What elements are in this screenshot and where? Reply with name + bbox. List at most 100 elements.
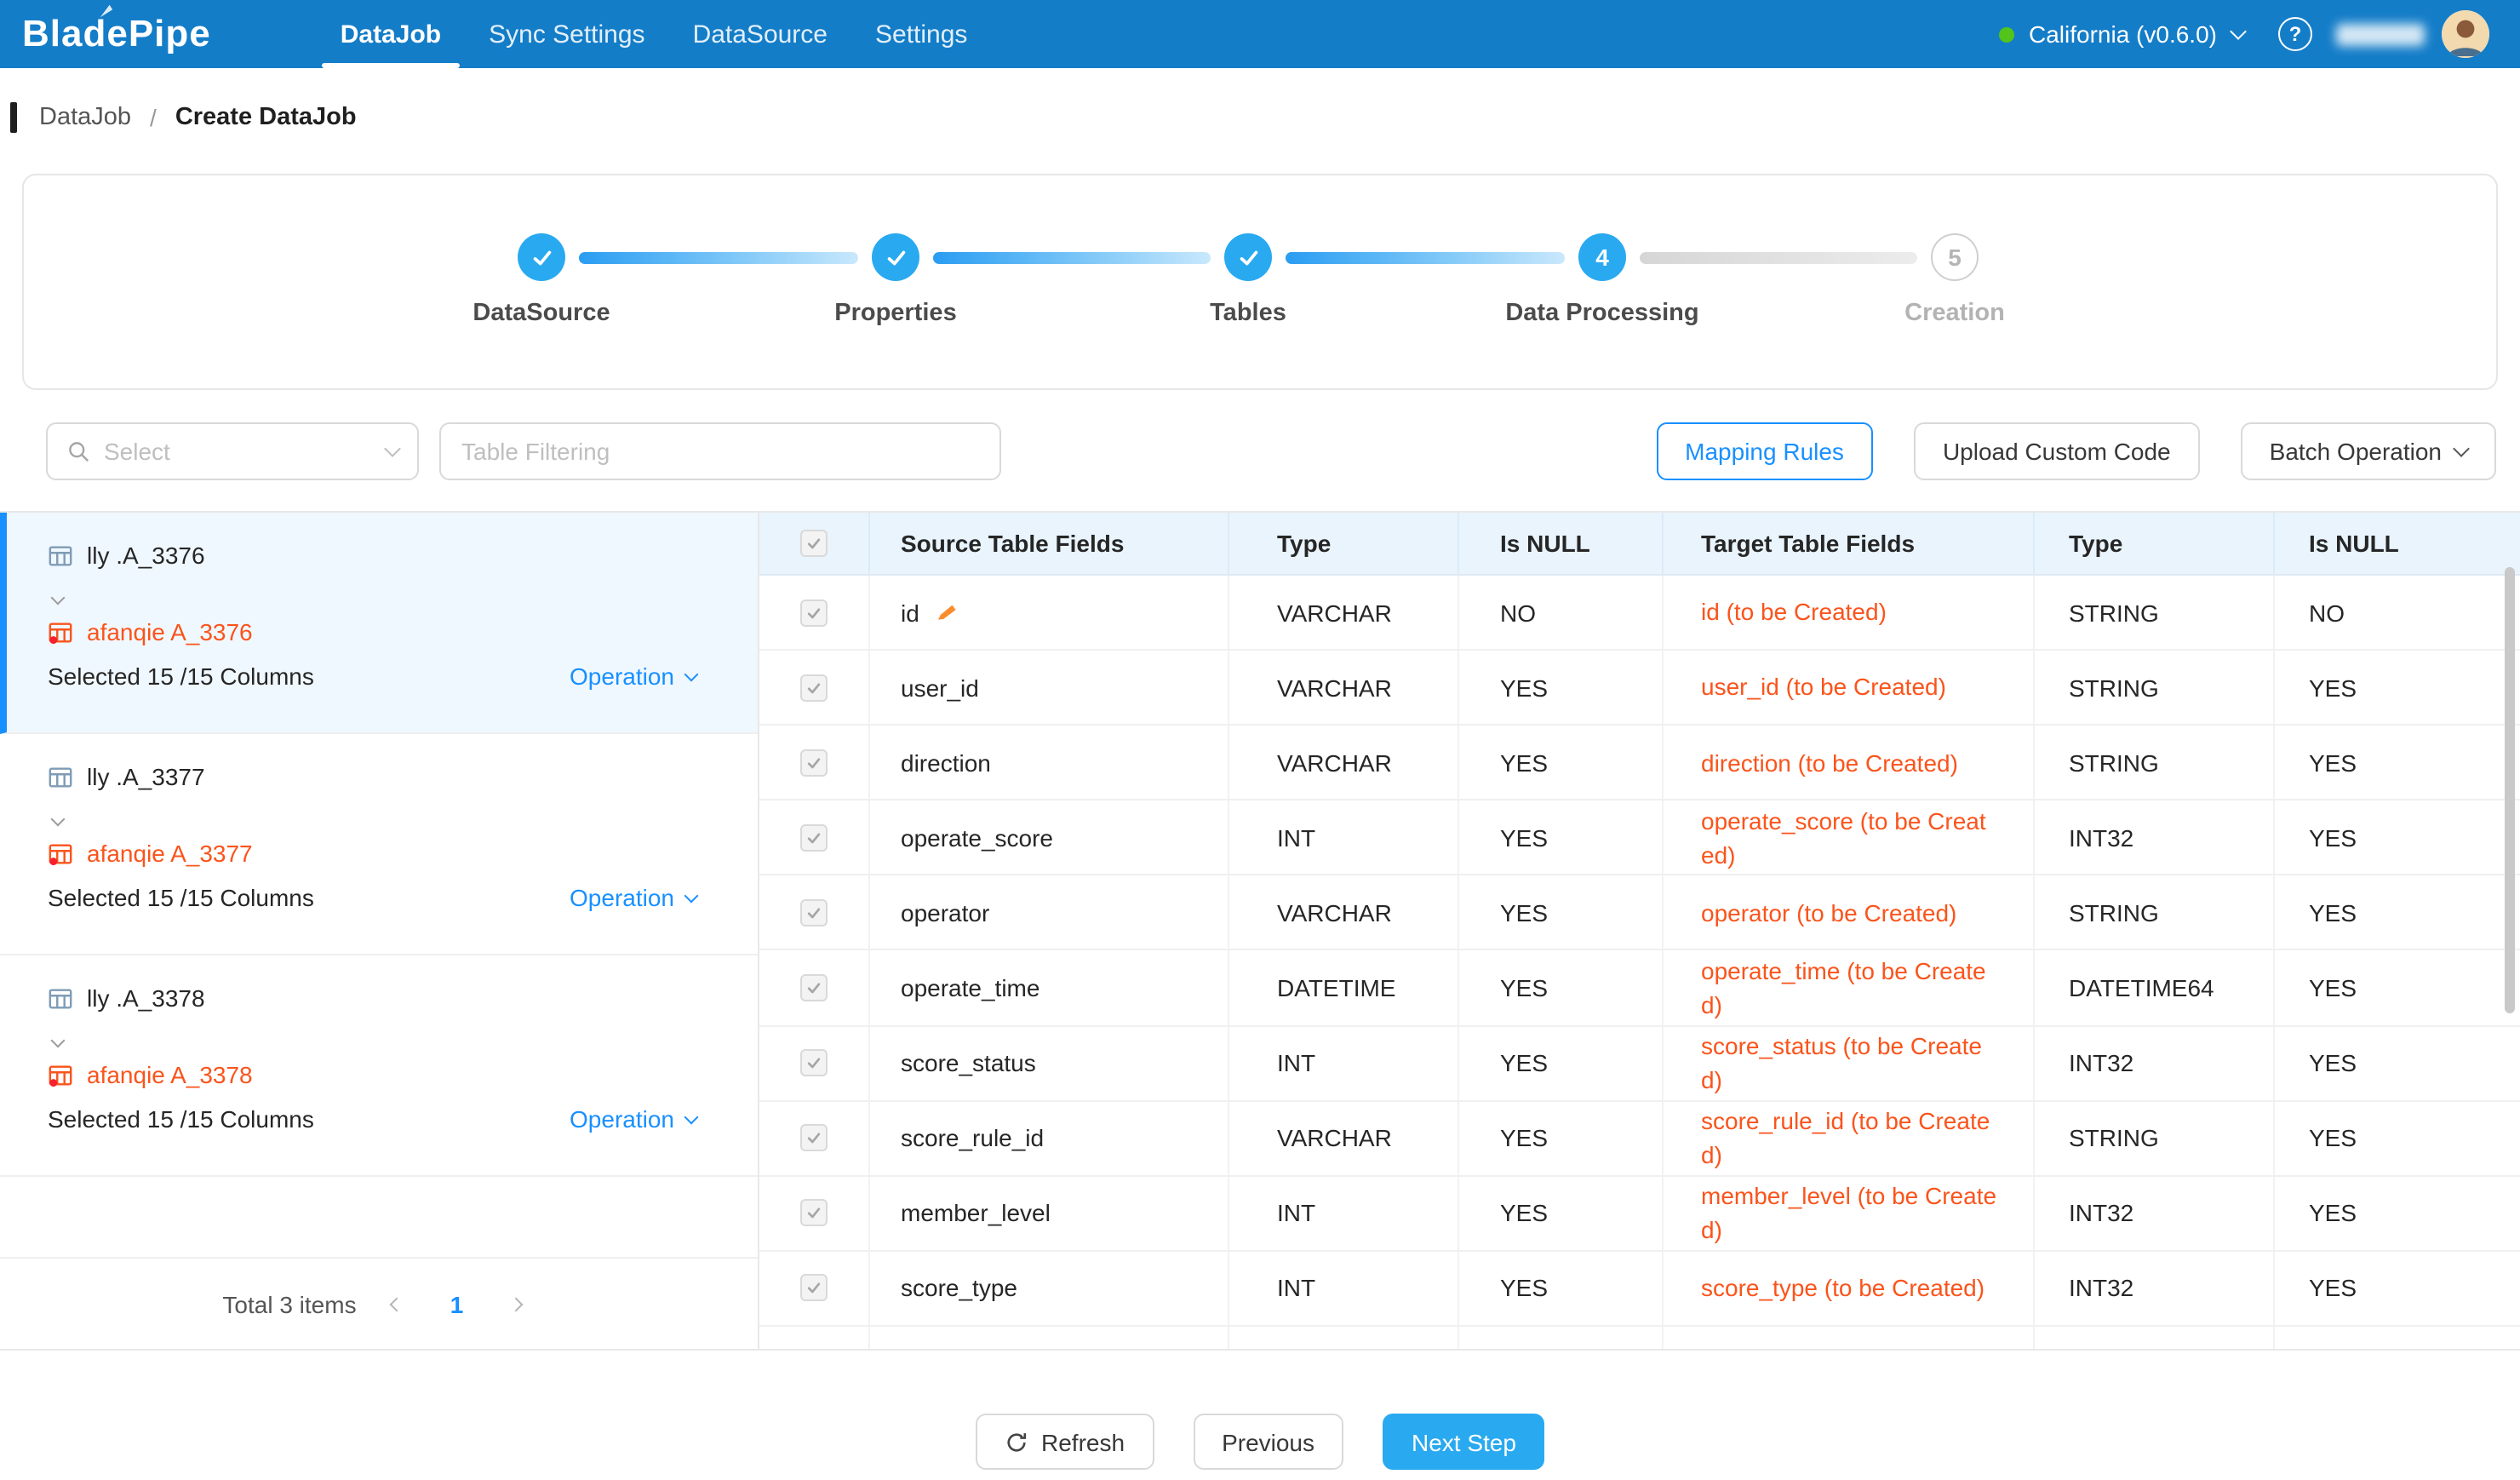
row-checkbox[interactable] xyxy=(800,674,828,701)
column-header xyxy=(759,513,870,574)
operation-label: Operation xyxy=(570,663,674,690)
edit-icon[interactable] xyxy=(935,599,959,624)
row-checkbox[interactable] xyxy=(800,1124,828,1151)
region-selector[interactable]: California (v0.6.0) xyxy=(2029,20,2217,48)
previous-button[interactable]: Previous xyxy=(1193,1414,1343,1470)
row-checkbox[interactable] xyxy=(800,824,828,852)
mapping-toolbar: Select Mapping Rules Upload Custom Code … xyxy=(46,422,2496,480)
source-table-name: lly .A_3378 xyxy=(87,984,205,1012)
operation-link[interactable]: Operation xyxy=(570,1105,696,1133)
target-field-type: INT32 xyxy=(2035,1177,2275,1250)
nav-item-datajob[interactable]: DataJob xyxy=(317,0,465,68)
target-field-type: DATETIME64 xyxy=(2035,951,2275,1024)
source-field-name: operator xyxy=(901,899,989,926)
step-circle-5: 5 xyxy=(1931,233,1979,281)
operation-link[interactable]: Operation xyxy=(570,884,696,911)
refresh-button[interactable]: Refresh xyxy=(975,1414,1154,1470)
source-table-icon xyxy=(48,764,73,789)
column-header-label: Is NULL xyxy=(1500,530,1590,557)
target-table-name: afanqie A_3378 xyxy=(87,1061,253,1088)
source-field-name: score_status xyxy=(901,1049,1036,1076)
chevron-down-icon[interactable] xyxy=(2230,22,2247,39)
source-field-type: VARCHAR xyxy=(1229,876,1459,949)
source-field-nullable: YES xyxy=(1459,651,1664,724)
prev-page-button[interactable] xyxy=(379,1285,416,1322)
field-row: member_level INT YES member_level (to be… xyxy=(759,1177,2520,1252)
source-field-type: VARCHAR xyxy=(1229,1101,1459,1174)
table-pair-item[interactable]: lly .A_3376 afanqie A_3376 Selected 15 /… xyxy=(0,513,758,734)
step-label: Creation xyxy=(1818,300,2091,327)
next-step-button[interactable]: Next Step xyxy=(1383,1414,1545,1470)
column-header: Target Table Fields xyxy=(1664,513,2035,574)
check-icon xyxy=(1235,244,1261,270)
source-field-name: member_level xyxy=(901,1200,1051,1227)
source-field-name: operate_score xyxy=(901,824,1053,852)
source-field-name: id xyxy=(901,599,919,626)
step-label: DataSource xyxy=(405,300,678,327)
target-field-name: direction (to be Created) xyxy=(1701,745,1958,780)
field-row: operator VARCHAR YES operator (to be Cre… xyxy=(759,876,2520,951)
target-field-name: id (to be Created) xyxy=(1701,595,1887,630)
source-field-name: score_rule_id xyxy=(901,1124,1044,1151)
avatar[interactable] xyxy=(2442,10,2489,58)
source-field-nullable: YES xyxy=(1459,1177,1664,1250)
chevron-down-icon xyxy=(684,889,699,903)
page-number[interactable]: 1 xyxy=(438,1285,476,1322)
mapping-rules-button[interactable]: Mapping Rules xyxy=(1656,422,1873,480)
help-icon[interactable]: ? xyxy=(2278,17,2312,51)
column-header-label: Is NULL xyxy=(2309,530,2399,557)
breadcrumb-separator: / xyxy=(150,104,157,131)
breadcrumb-parent[interactable]: DataJob xyxy=(39,104,131,131)
username-redacted[interactable] xyxy=(2336,23,2425,45)
row-checkbox[interactable] xyxy=(800,749,828,776)
app-logo[interactable]: BladePipe xyxy=(22,12,211,56)
column-header: Type xyxy=(1229,513,1459,574)
nav-item-sync-settings[interactable]: Sync Settings xyxy=(465,0,668,68)
upload-custom-code-button[interactable]: Upload Custom Code xyxy=(1914,422,2200,480)
check-icon xyxy=(883,244,908,270)
next-page-button[interactable] xyxy=(498,1285,536,1322)
row-checkbox[interactable] xyxy=(800,899,828,926)
table-select-dropdown[interactable]: Select xyxy=(46,422,419,480)
nav-item-label: Sync Settings xyxy=(489,20,644,49)
chevron-right-icon xyxy=(509,1297,524,1311)
target-field-name: operator (to be Created) xyxy=(1701,896,1956,931)
step-label: Tables xyxy=(1112,300,1384,327)
table-pair-item[interactable]: lly .A_3377 afanqie A_3377 Selected 15 /… xyxy=(0,734,758,955)
target-field-type: STRING xyxy=(2035,651,2275,724)
target-field-nullable: YES xyxy=(2275,651,2520,724)
top-navbar: BladePipe DataJob Sync Settings DataSource… xyxy=(0,0,2520,68)
source-field-nullable: NO xyxy=(1459,576,1664,649)
table-pair-item[interactable]: lly .A_3378 afanqie A_3378 Selected 15 /… xyxy=(0,955,758,1177)
nav-item-label: DataJob xyxy=(341,20,441,49)
row-checkbox[interactable] xyxy=(800,1049,828,1076)
row-checkbox[interactable] xyxy=(800,1200,828,1227)
batch-operation-button[interactable]: Batch Operation xyxy=(2241,422,2496,480)
target-table-icon xyxy=(48,840,73,866)
pagination: Total 3 items 1 xyxy=(0,1257,758,1349)
source-field-type: DATETIME xyxy=(1229,951,1459,1024)
target-field-type: INT32 xyxy=(2035,1252,2275,1325)
field-row: direction VARCHAR YES direction (to be C… xyxy=(759,726,2520,800)
field-row: id VARCHAR NO id (to be Created) STRING … xyxy=(759,576,2520,651)
row-checkbox[interactable] xyxy=(800,1275,828,1302)
target-table-name: afanqie A_3377 xyxy=(87,840,253,867)
source-field-name: score_type xyxy=(901,1275,1017,1302)
field-row: operate_time DATETIME YES operate_time (… xyxy=(759,951,2520,1026)
operation-link[interactable]: Operation xyxy=(570,663,696,690)
source-table-icon xyxy=(48,542,73,568)
nav-item-label: DataSource xyxy=(693,20,828,49)
nav-item-settings[interactable]: Settings xyxy=(851,0,991,68)
row-checkbox[interactable] xyxy=(800,599,828,626)
nav-item-datasource[interactable]: DataSource xyxy=(669,0,851,68)
search-icon xyxy=(66,439,90,463)
scrollbar-thumb[interactable] xyxy=(2505,567,2515,1013)
select-all-checkbox[interactable] xyxy=(800,530,828,557)
target-table-icon xyxy=(48,1062,73,1087)
source-field-nullable: YES xyxy=(1459,726,1664,799)
chevron-down-icon xyxy=(53,581,696,608)
page-title: Create DataJob xyxy=(175,104,357,131)
column-header-label: Type xyxy=(2069,530,2122,557)
table-filter-input[interactable] xyxy=(439,422,1001,480)
row-checkbox[interactable] xyxy=(800,974,828,1001)
